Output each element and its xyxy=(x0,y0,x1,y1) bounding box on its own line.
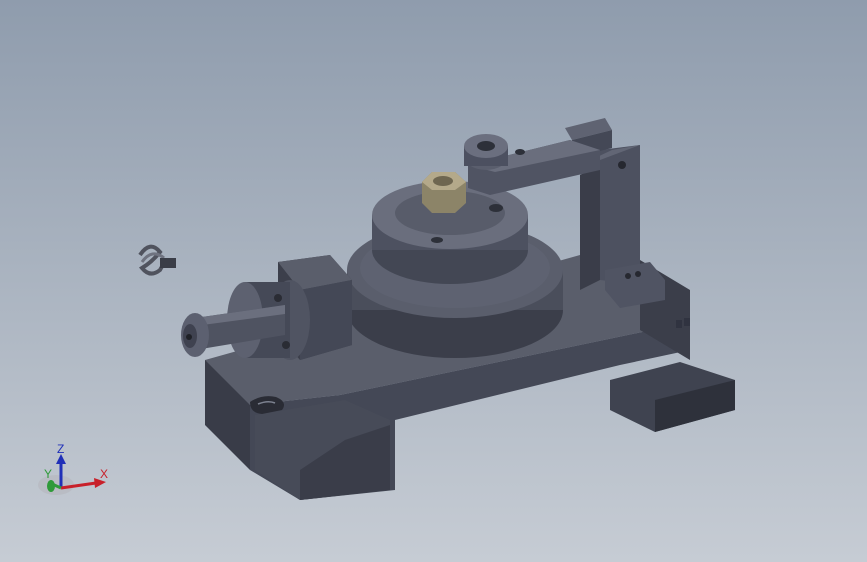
vertical-plate xyxy=(580,165,600,290)
graphics-viewport[interactable]: Z X Y xyxy=(0,0,867,562)
spring-component[interactable] xyxy=(138,244,176,276)
z-axis-label: Z xyxy=(57,442,64,456)
y-axis-label: Y xyxy=(44,467,52,481)
shaft-assembly[interactable] xyxy=(181,255,352,360)
bending-fixture-model[interactable] xyxy=(0,0,867,562)
x-axis-label: X xyxy=(100,467,108,481)
coordinate-triad: Z X Y xyxy=(38,442,108,495)
hex-nut[interactable] xyxy=(422,172,466,213)
y-axis-arrowhead xyxy=(47,480,55,492)
